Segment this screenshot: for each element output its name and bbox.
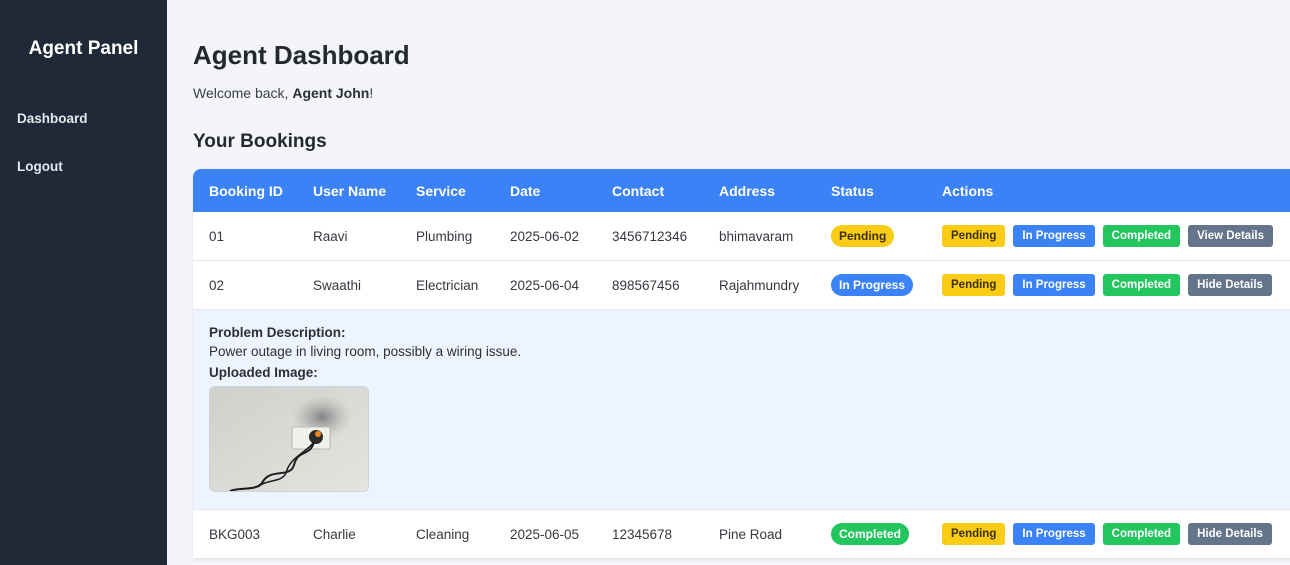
status-badge: Pending — [831, 225, 895, 247]
cell-user-name: Charlie — [313, 526, 356, 542]
header-booking-id: Booking ID — [209, 182, 283, 199]
set-in-progress-button[interactable]: In Progress — [1013, 225, 1095, 247]
cell-address: bhimavaram — [719, 228, 794, 244]
cell-actions: Pending In Progress Completed Hide Detai… — [927, 274, 1272, 296]
section-title: Your Bookings — [193, 131, 327, 152]
problem-description-text: Power outage in living room, possibly a … — [209, 344, 522, 359]
cell-service: Plumbing — [416, 228, 473, 244]
set-pending-button[interactable]: Pending — [942, 523, 1006, 545]
set-completed-button[interactable]: Completed — [1102, 225, 1181, 247]
cell-contact: 898567456 — [612, 277, 680, 293]
sidebar-item-dashboard[interactable]: Dashboard — [0, 107, 167, 131]
set-pending-button[interactable]: Pending — [942, 274, 1006, 296]
cell-status: In Progress — [816, 274, 927, 296]
set-pending-button[interactable]: Pending — [942, 225, 1006, 247]
header-contact: Contact — [612, 182, 665, 199]
header-date: Date — [510, 182, 541, 199]
set-completed-button[interactable]: Completed — [1102, 523, 1181, 545]
cell-actions: Pending In Progress Completed Hide Detai… — [927, 523, 1272, 545]
set-in-progress-button[interactable]: In Progress — [1013, 523, 1095, 545]
cell-date: 2025-06-05 — [510, 526, 580, 542]
cell-status: Pending — [816, 225, 927, 247]
cell-contact: 3456712346 — [612, 228, 688, 244]
set-completed-button[interactable]: Completed — [1102, 274, 1181, 296]
welcome-prefix: Welcome back, — [193, 85, 293, 101]
table-row: 02 Swaathi Electrician 2025-06-04 898567… — [193, 261, 1290, 310]
status-badge: In Progress — [831, 274, 914, 296]
uploaded-image-label: Uploaded Image: — [209, 365, 318, 380]
table-row: BKG003 Charlie Cleaning 2025-06-05 12345… — [193, 510, 1290, 559]
cell-service: Electrician — [416, 277, 479, 293]
sidebar-brand: Agent Panel — [28, 38, 139, 59]
welcome-suffix: ! — [369, 85, 374, 101]
status-badge: Completed — [831, 523, 910, 545]
bookings-table: Booking ID User Name Service Date Contac… — [193, 169, 1290, 559]
booking-details-panel: Problem Description: Power outage in liv… — [193, 310, 1290, 510]
table-header: Booking ID User Name Service Date Contac… — [193, 169, 1290, 212]
burnt-outlet-image — [210, 387, 368, 491]
cell-service: Cleaning — [416, 526, 470, 542]
cell-booking-id: BKG003 — [209, 526, 261, 542]
cell-address: Pine Road — [719, 526, 783, 542]
main-content: Agent Dashboard Welcome back, Agent John… — [193, 0, 1290, 565]
problem-description-label: Problem Description: — [209, 325, 346, 340]
cell-booking-id: 01 — [209, 228, 225, 244]
header-user-name: User Name — [313, 182, 387, 199]
sidebar-nav: Dashboard Logout — [0, 107, 167, 179]
cell-date: 2025-06-02 — [510, 228, 580, 244]
sidebar-item-logout[interactable]: Logout — [0, 155, 167, 179]
cell-user-name: Swaathi — [313, 277, 362, 293]
cell-status: Completed — [816, 523, 927, 545]
cell-booking-id: 02 — [209, 277, 225, 293]
sidebar: Agent Panel Dashboard Logout — [0, 0, 167, 565]
header-address: Address — [719, 182, 776, 199]
header-actions: Actions — [942, 182, 994, 199]
cell-address: Rajahmundry — [719, 277, 800, 293]
cell-date: 2025-06-04 — [510, 277, 580, 293]
page-title: Agent Dashboard — [193, 40, 410, 70]
table-row: 01 Raavi Plumbing 2025-06-02 3456712346 … — [193, 212, 1290, 261]
view-details-button[interactable]: View Details — [1188, 225, 1273, 247]
header-service: Service — [416, 182, 466, 199]
cell-actions: Pending In Progress Completed View Detai… — [927, 225, 1273, 247]
hide-details-button[interactable]: Hide Details — [1188, 523, 1272, 545]
hide-details-button[interactable]: Hide Details — [1188, 274, 1272, 296]
welcome-message: Welcome back, Agent John! — [193, 85, 373, 101]
set-in-progress-button[interactable]: In Progress — [1013, 274, 1095, 296]
header-status: Status — [831, 182, 874, 199]
agent-name: Agent John — [292, 85, 370, 101]
cell-contact: 12345678 — [612, 526, 673, 542]
uploaded-image[interactable] — [209, 386, 369, 492]
cell-user-name: Raavi — [313, 228, 348, 244]
